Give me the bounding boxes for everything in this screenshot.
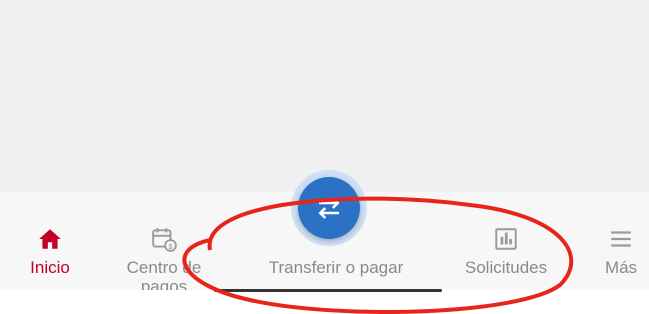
content-area	[0, 0, 649, 192]
transfer-arrows-icon	[318, 197, 340, 219]
transfer-fab-inner	[298, 177, 360, 239]
nav-label-transferir-o-pagar: Transferir o pagar	[268, 258, 404, 277]
nav-item-mas[interactable]: Más	[590, 192, 649, 290]
requests-icon	[495, 228, 517, 250]
nav-item-centro-de-pagos[interactable]: $ Centro de pagos	[112, 192, 216, 296]
nav-item-inicio[interactable]: Inicio	[12, 192, 88, 290]
nav-item-solicitudes[interactable]: Solicitudes	[446, 192, 566, 290]
nav-label-mas: Más	[604, 258, 638, 277]
menu-icon	[611, 231, 631, 247]
nav-label-inicio: Inicio	[30, 258, 70, 277]
transfer-fab-button[interactable]	[291, 170, 367, 246]
bottom-safe-area	[0, 290, 649, 314]
home-icon	[39, 229, 61, 249]
home-indicator	[214, 289, 442, 292]
nav-label-solicitudes: Solicitudes	[464, 258, 548, 277]
calendar-payment-icon: $	[152, 228, 177, 252]
